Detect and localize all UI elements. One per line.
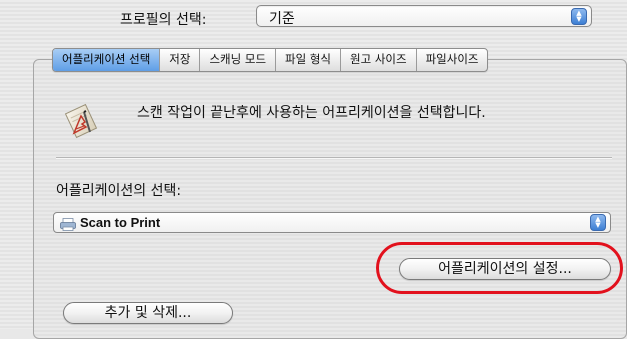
profile-label: 프로필의 선택:: [120, 12, 207, 28]
tab-file-size[interactable]: 파일사이즈: [417, 49, 488, 71]
profile-select[interactable]: 기준 ▲ ▼: [256, 5, 592, 27]
select-stepper-icon: ▲ ▼: [590, 214, 606, 231]
application-select[interactable]: Scan to Print ▲ ▼: [53, 212, 611, 233]
tab-application-select[interactable]: 어플리케이션 선택: [53, 49, 161, 71]
description-text: 스캔 작업이 끝난후에 사용하는 어프리케이션을 선택합니다.: [137, 105, 486, 121]
divider: [56, 157, 612, 159]
application-settings-button[interactable]: 어플리케이션의 설정...: [399, 258, 611, 280]
tab-document-size[interactable]: 원고 사이즈: [341, 49, 417, 71]
tab-file-format[interactable]: 파일 형식: [276, 49, 342, 71]
application-pen-icon: [62, 102, 100, 140]
select-stepper-icon: ▲ ▼: [571, 8, 587, 25]
tab-scanning-mode[interactable]: 스캐닝 모드: [200, 49, 277, 71]
add-remove-button[interactable]: 추가 및 삭제...: [63, 302, 233, 324]
profile-select-value: 기준: [269, 11, 295, 27]
application-select-label: 어플리케이션의 선택:: [56, 183, 182, 199]
tab-save[interactable]: 저장: [160, 49, 201, 71]
printer-icon: [60, 216, 76, 231]
application-select-value: Scan to Print: [80, 215, 161, 230]
tab-bar: 어플리케이션 선택 저장 스캐닝 모드 파일 형식 원고 사이즈 파일사이즈: [52, 48, 489, 72]
